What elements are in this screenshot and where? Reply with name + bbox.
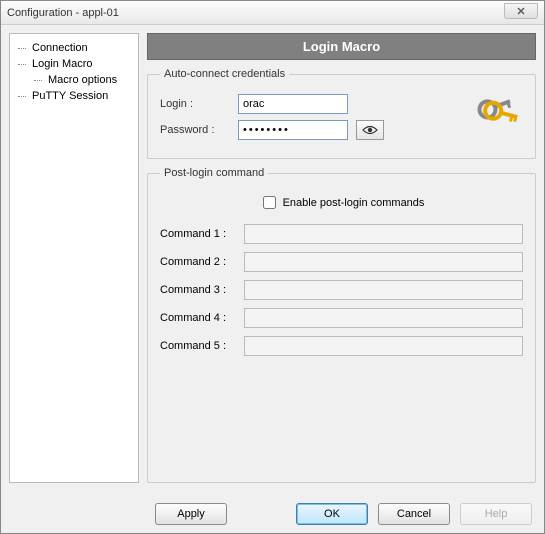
- command-input-4[interactable]: [244, 308, 523, 328]
- command-row-5: Command 5 :: [160, 336, 523, 356]
- command-input-5[interactable]: [244, 336, 523, 356]
- command-row-4: Command 4 :: [160, 308, 523, 328]
- button-bar: OK Cancel Help: [296, 503, 532, 525]
- main-panel: Login Macro Auto-connect credentials: [147, 33, 536, 483]
- command-input-2[interactable]: [244, 252, 523, 272]
- enable-commands-label: Enable post-login commands: [283, 197, 425, 209]
- tree-item-login-macro[interactable]: Login Macro: [14, 56, 134, 72]
- enable-commands-checkbox[interactable]: [263, 196, 276, 209]
- enable-commands-row: Enable post-login commands: [160, 193, 523, 212]
- cancel-button[interactable]: Cancel: [378, 503, 450, 525]
- category-tree[interactable]: Connection Login Macro Macro options PuT…: [9, 33, 139, 483]
- auto-connect-legend: Auto-connect credentials: [160, 68, 289, 80]
- command-input-1[interactable]: [244, 224, 523, 244]
- content-area: Connection Login Macro Macro options PuT…: [1, 25, 544, 491]
- command-row-2: Command 2 :: [160, 252, 523, 272]
- config-window: Configuration - appl-01 Connection Login…: [0, 0, 545, 534]
- post-login-legend: Post-login command: [160, 167, 268, 179]
- password-row: Password :: [160, 120, 523, 140]
- password-input[interactable]: [238, 120, 348, 140]
- auto-connect-group: Auto-connect credentials: [147, 68, 536, 159]
- command-label: Command 5 :: [160, 340, 244, 352]
- help-button[interactable]: Help: [460, 503, 532, 525]
- command-label: Command 3 :: [160, 284, 244, 296]
- window-title: Configuration - appl-01: [7, 7, 119, 19]
- reveal-password-button[interactable]: [356, 120, 384, 140]
- password-label: Password :: [160, 124, 238, 136]
- tree-item-macro-options[interactable]: Macro options: [14, 72, 134, 88]
- panel-title: Login Macro: [147, 33, 536, 60]
- tree-item-connection[interactable]: Connection: [14, 40, 134, 56]
- close-button[interactable]: [504, 3, 538, 19]
- eye-icon: [362, 125, 378, 135]
- command-label: Command 1 :: [160, 228, 244, 240]
- ok-button[interactable]: OK: [296, 503, 368, 525]
- apply-button[interactable]: Apply: [155, 503, 227, 525]
- command-label: Command 2 :: [160, 256, 244, 268]
- titlebar: Configuration - appl-01: [1, 1, 544, 25]
- command-input-3[interactable]: [244, 280, 523, 300]
- command-row-3: Command 3 :: [160, 280, 523, 300]
- login-input[interactable]: [238, 94, 348, 114]
- post-login-group: Post-login command Enable post-login com…: [147, 167, 536, 483]
- command-label: Command 4 :: [160, 312, 244, 324]
- tree-item-putty-session[interactable]: PuTTY Session: [14, 88, 134, 104]
- login-label: Login :: [160, 98, 238, 110]
- keys-icon: [475, 92, 521, 135]
- command-row-1: Command 1 :: [160, 224, 523, 244]
- close-icon: [517, 7, 525, 15]
- login-row: Login :: [160, 94, 523, 114]
